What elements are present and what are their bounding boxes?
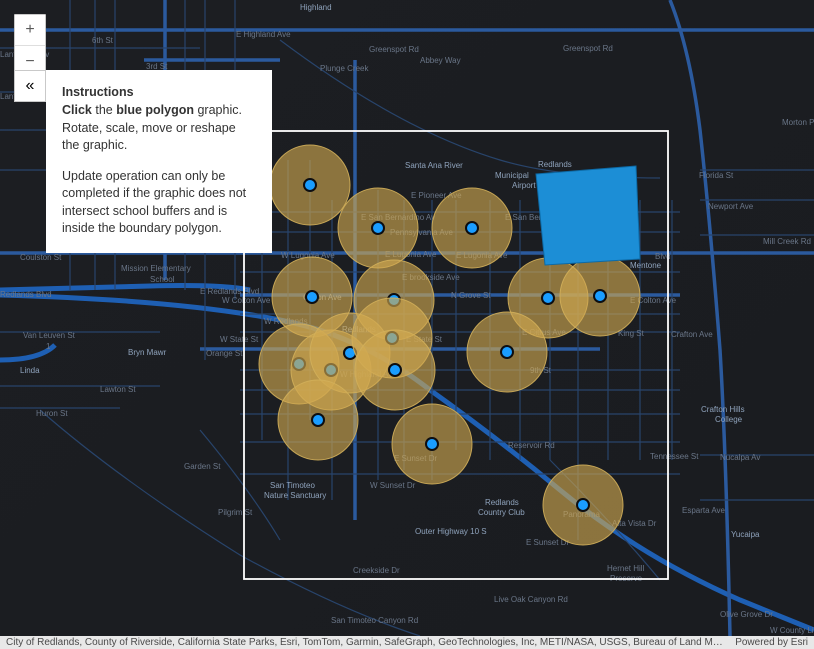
chevron-left-double-icon: « xyxy=(26,77,35,95)
school-point-icon xyxy=(389,364,401,376)
panel-collapse-button[interactable]: « xyxy=(14,70,46,102)
panel-blue-polygon-word: blue polygon xyxy=(116,103,194,117)
school-point-icon xyxy=(426,438,438,450)
instructions-panel: Instructions Click the blue polygon grap… xyxy=(46,70,272,253)
panel-text: graphic. xyxy=(194,103,242,117)
school-point-icon xyxy=(501,346,513,358)
panel-line-1: Click the blue polygon graphic. xyxy=(62,102,256,119)
attribution-credits: City of Redlands, County of Riverside, C… xyxy=(6,637,727,648)
school-point-icon xyxy=(306,291,318,303)
school-point-icon xyxy=(312,414,324,426)
attribution-bar: City of Redlands, County of Riverside, C… xyxy=(0,636,814,649)
school-point-icon xyxy=(542,292,554,304)
school-point-icon xyxy=(304,179,316,191)
zoom-in-button[interactable]: + xyxy=(15,15,45,46)
zoom-controls: + − xyxy=(14,14,46,78)
panel-line-2: Rotate, scale, move or reshape the graph… xyxy=(62,120,256,155)
map-container: HighlandE Highland Ave3rd StPlunge Creek… xyxy=(0,0,814,649)
panel-line-3: Update operation can only be completed i… xyxy=(62,168,256,237)
panel-text: the xyxy=(92,103,116,117)
school-point-icon xyxy=(577,499,589,511)
panel-heading: Instructions xyxy=(62,84,256,101)
attribution-powered-by[interactable]: Powered by Esri xyxy=(735,637,808,648)
school-point-icon xyxy=(466,222,478,234)
panel-click-word: Click xyxy=(62,103,92,117)
school-point-icon xyxy=(372,222,384,234)
blue-polygon[interactable] xyxy=(536,166,640,265)
school-point-icon xyxy=(594,290,606,302)
